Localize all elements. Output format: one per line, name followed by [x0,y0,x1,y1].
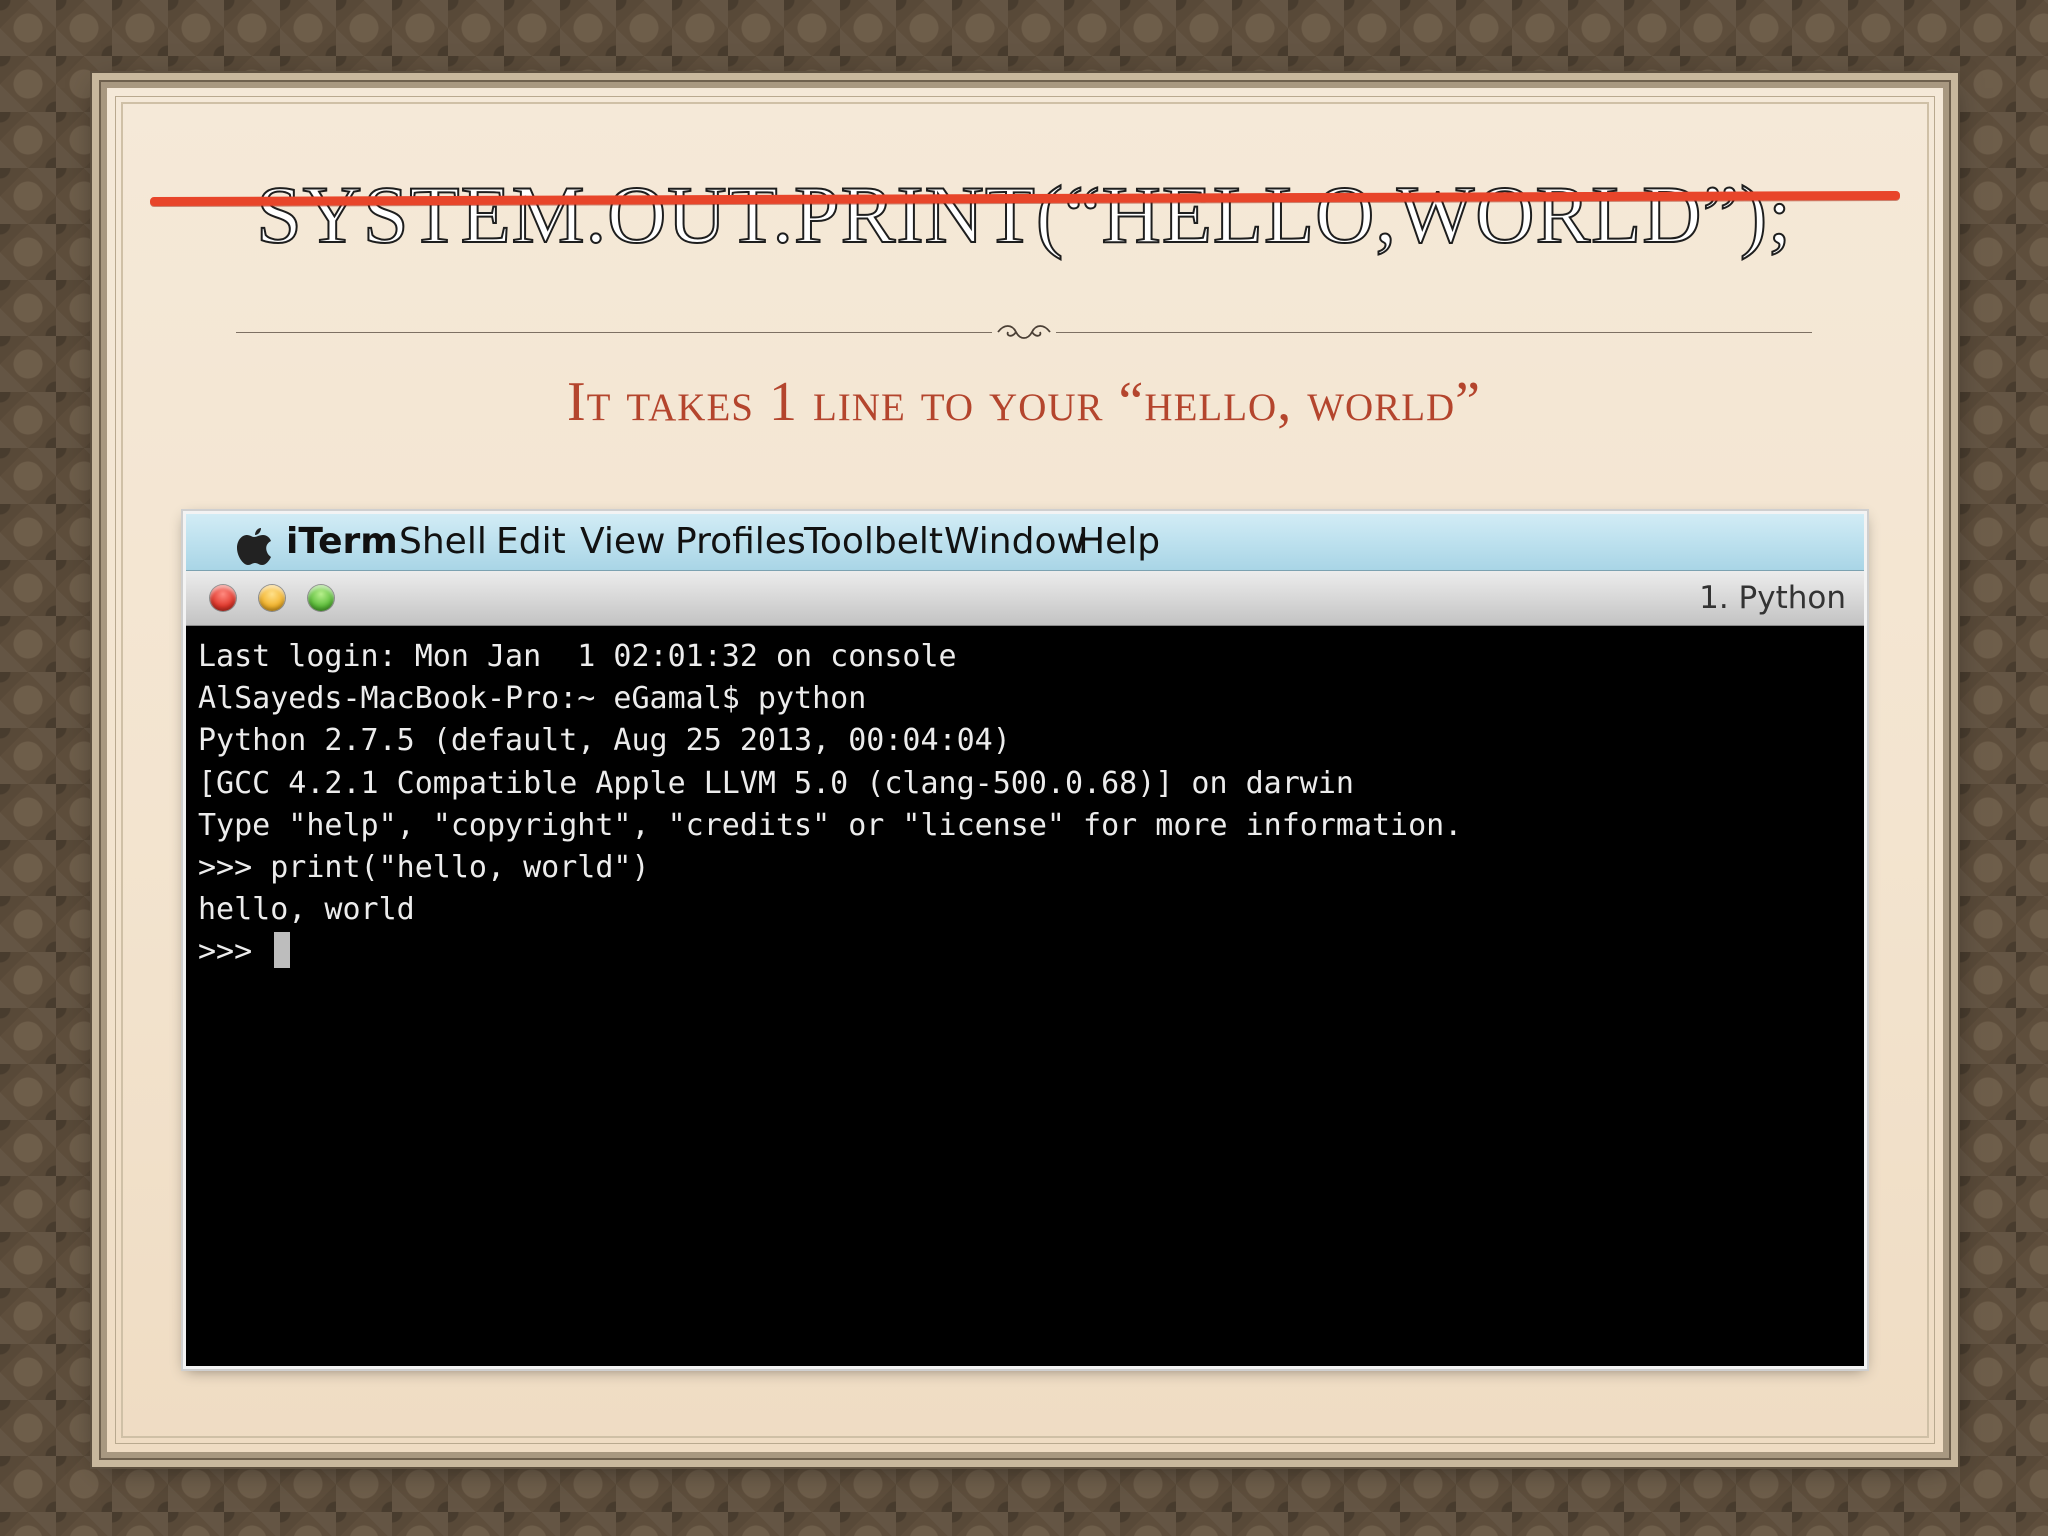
menu-edit[interactable]: Edit [496,522,566,562]
divider-line-left [236,332,992,333]
terminal-prompt-line[interactable]: >>> [198,931,1852,973]
menu-view[interactable]: View [580,522,665,562]
terminal-line: Type "help", "copyright", "credits" or "… [198,807,1463,843]
terminal-line: [GCC 4.2.1 Compatible Apple LLVM 5.0 (cl… [198,765,1354,801]
menubar: iTerm Shell Edit View Profiles Toolbelt … [186,514,1864,571]
iterm-screenshot: iTerm Shell Edit View Profiles Toolbelt … [186,514,1864,1366]
close-button[interactable] [210,585,236,611]
terminal-line: >>> print("hello, world") [198,849,650,885]
window-titlebar[interactable]: 1. Python [186,571,1864,626]
terminal-line: AlSayeds-MacBook-Pro:~ eGamal$ python [198,681,867,717]
menu-iterm[interactable]: iTerm [286,522,398,562]
menu-window[interactable]: Window [944,522,1086,562]
apple-icon[interactable] [234,522,274,566]
menu-toolbelt[interactable]: Toolbelt [804,522,943,562]
slide-subtitle: It takes 1 line to your “hello, world” [566,371,1482,433]
terminal-prompt: >>> [198,934,271,970]
slide-title: SYSTEM.OUT.PRINT(“HELLO,WORLD”); [255,168,1792,261]
menu-profiles[interactable]: Profiles [675,522,806,562]
menu-shell[interactable]: Shell [399,522,487,562]
terminal-cursor [274,932,291,969]
terminal-line: Python 2.7.5 (default, Aug 25 2013, 00:0… [198,723,1011,759]
divider-line-right [1056,332,1812,333]
minimize-button[interactable] [259,585,285,611]
zoom-button[interactable] [308,585,334,611]
menu-help[interactable]: Help [1078,522,1160,562]
terminal-line: hello, world [198,892,415,928]
divider-ornament-icon [997,325,1051,339]
terminal-output[interactable]: Last login: Mon Jan 1 02:01:32 on consol… [186,626,1864,1366]
window-title: 1. Python [1699,580,1846,616]
terminal-line: Last login: Mon Jan 1 02:01:32 on consol… [198,639,957,674]
